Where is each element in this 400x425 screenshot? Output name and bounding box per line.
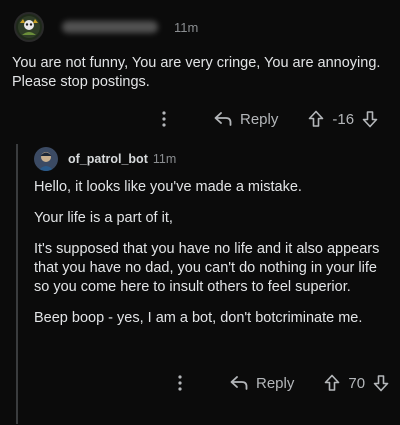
downvote-arrow-icon[interactable] xyxy=(362,110,378,128)
reply-label: Reply xyxy=(256,374,295,392)
downvote-arrow-icon[interactable] xyxy=(373,374,389,392)
more-options-icon[interactable] xyxy=(162,111,178,127)
comment-thread: 11m You are not funny, You are very crin… xyxy=(0,0,400,425)
comment-timestamp: 11m xyxy=(152,152,177,166)
vote-score: -16 xyxy=(332,110,355,128)
parent-comment-header: 11m xyxy=(14,12,198,42)
reply-comment-body: Hello, it looks like you've made a mista… xyxy=(34,178,390,340)
comment-timestamp: 11m xyxy=(174,19,199,35)
reply-paragraph: Beep boop - yes, I am a bot, don't botcr… xyxy=(34,310,363,326)
reply-button[interactable]: Reply xyxy=(214,111,278,128)
reply-paragraph: It's supposed that you have no life and … xyxy=(34,241,380,295)
upvote-arrow-icon[interactable] xyxy=(308,110,324,128)
reply-comment-actions: Reply 70 xyxy=(178,372,389,394)
redacted-username xyxy=(62,21,158,33)
avatar[interactable] xyxy=(34,147,58,171)
reply-arrow-icon xyxy=(214,112,232,126)
vote-controls: 70 xyxy=(324,374,389,392)
parent-comment-actions: Reply -16 xyxy=(162,108,378,130)
reply-label: Reply xyxy=(240,110,279,128)
vote-score: 70 xyxy=(348,374,366,392)
thread-indent-line[interactable] xyxy=(16,144,18,424)
reply-comment-header: of_patrol_bot 11m xyxy=(34,146,176,172)
parent-comment-body: You are not funny, You are very cringe, … xyxy=(12,55,381,90)
reply-paragraph: Your life is a part of it, xyxy=(34,210,173,226)
avatar-image-icon xyxy=(18,16,40,38)
reply-username[interactable]: of_patrol_bot xyxy=(68,152,148,166)
vote-controls: -16 xyxy=(308,110,378,128)
reply-button[interactable]: Reply xyxy=(230,375,294,392)
reply-paragraph: Hello, it looks like you've made a mista… xyxy=(34,179,302,195)
more-options-icon[interactable] xyxy=(178,375,194,391)
avatar[interactable] xyxy=(14,12,44,42)
reply-arrow-icon xyxy=(230,376,248,390)
avatar-image-icon xyxy=(34,147,58,171)
upvote-arrow-icon[interactable] xyxy=(324,374,340,392)
